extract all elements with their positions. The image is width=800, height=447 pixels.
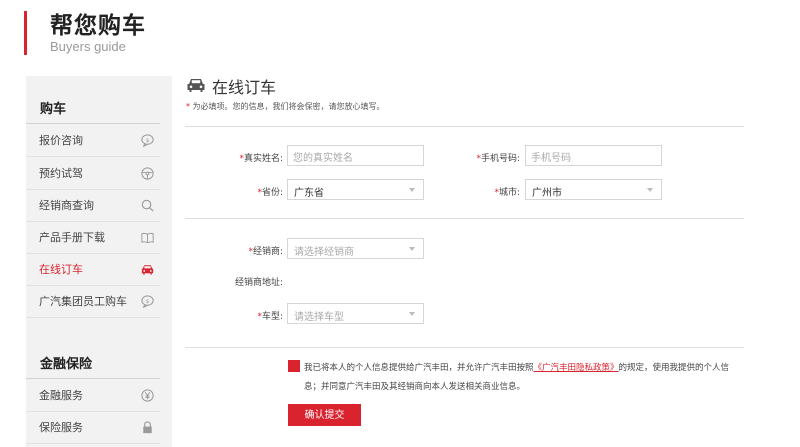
required-note-text: 为必填项。您的信息，我们将会保密，请您放心填写。 bbox=[192, 102, 385, 111]
model-select[interactable]: 请选择车型 bbox=[287, 303, 424, 324]
province-label-text: 省份: bbox=[261, 188, 283, 198]
chevron-down-icon bbox=[409, 312, 415, 316]
header-accent-bar bbox=[24, 11, 27, 55]
sidebar-item-label: 报价咨询 bbox=[39, 134, 83, 147]
chat-bubble-icon: $ bbox=[138, 292, 156, 310]
divider bbox=[185, 218, 744, 219]
phone-field[interactable] bbox=[525, 145, 662, 168]
sidebar-section-title-finance: 金融保险 bbox=[40, 357, 93, 372]
sidebar-item-label: 预约试驾 bbox=[39, 167, 83, 180]
sidebar-item-brochure-download[interactable]: 产品手册下载 bbox=[26, 221, 160, 254]
province-label: *省份: bbox=[193, 185, 283, 198]
divider bbox=[185, 347, 744, 348]
consent-checkbox[interactable] bbox=[288, 360, 300, 372]
sidebar-item-label: 在线订车 bbox=[39, 263, 83, 276]
dealer-label-text: 经销商: bbox=[252, 247, 283, 257]
sidebar-item-test-drive[interactable]: 预约试驾 bbox=[26, 157, 160, 190]
sidebar-item-label: 广汽集团员工购车 bbox=[39, 295, 127, 308]
sidebar-item-label: 经销商查询 bbox=[39, 199, 94, 212]
chevron-down-icon bbox=[409, 247, 415, 251]
chevron-down-icon bbox=[409, 188, 415, 192]
dealer-placeholder: 请选择经销商 bbox=[294, 247, 354, 258]
model-placeholder: 请选择车型 bbox=[294, 312, 344, 323]
svg-text:$: $ bbox=[145, 298, 149, 304]
sidebar-item-dealer-search[interactable]: 经销商查询 bbox=[26, 189, 160, 222]
sidebar-section-title-purchase: 购车 bbox=[40, 102, 67, 117]
svg-text:$: $ bbox=[145, 137, 149, 143]
consent-text: 我已将本人的个人信息提供给广汽丰田，并允许广汽丰田按照《广汽丰田隐私政策》的规定… bbox=[304, 359, 746, 397]
model-label: *车型: bbox=[193, 309, 283, 322]
dealer-address-label: 经销商地址: bbox=[234, 278, 283, 288]
required-star: * bbox=[186, 102, 190, 111]
book-icon bbox=[138, 228, 156, 246]
phone-label-text: 手机号码: bbox=[480, 154, 520, 164]
name-label-text: 真实姓名: bbox=[243, 154, 283, 164]
sidebar-item-label: 金融服务 bbox=[39, 389, 83, 402]
sidebar-item-insurance-service[interactable]: 保险服务 bbox=[26, 411, 160, 444]
sidebar-item-quote-inquiry[interactable]: 报价咨询 $ bbox=[26, 124, 160, 157]
phone-label: *手机号码: bbox=[430, 151, 520, 164]
sidebar-item-online-order[interactable]: 在线订车 bbox=[26, 253, 160, 286]
phone-input[interactable] bbox=[526, 149, 661, 168]
name-label: *真实姓名: bbox=[193, 151, 283, 164]
province-select[interactable]: 广东省 bbox=[287, 179, 424, 200]
city-label: *城市: bbox=[430, 185, 520, 198]
dealer-select[interactable]: 请选择经销商 bbox=[287, 238, 424, 259]
submit-button[interactable]: 确认提交 bbox=[288, 404, 361, 426]
chevron-down-icon bbox=[647, 188, 653, 192]
form-title: 在线订车 bbox=[212, 78, 277, 97]
city-value: 广州市 bbox=[532, 188, 562, 199]
steering-wheel-icon bbox=[138, 164, 156, 182]
car-icon bbox=[186, 76, 206, 94]
page-title: 帮您购车 bbox=[50, 13, 146, 39]
city-select[interactable]: 广州市 bbox=[525, 179, 662, 200]
sidebar-item-label: 保险服务 bbox=[39, 421, 83, 434]
name-field[interactable] bbox=[287, 145, 424, 168]
car-icon bbox=[138, 260, 156, 278]
chat-bubble-icon: $ bbox=[138, 131, 156, 149]
divider bbox=[185, 126, 744, 127]
city-label-text: 城市: bbox=[498, 188, 520, 198]
model-label-text: 车型: bbox=[261, 312, 283, 322]
name-input[interactable] bbox=[288, 149, 423, 168]
sidebar-item-finance-service[interactable]: 金融服务 bbox=[26, 379, 160, 412]
privacy-policy-link[interactable]: 《广汽丰田隐私政策》 bbox=[534, 363, 619, 373]
lock-icon bbox=[138, 418, 156, 436]
sidebar-item-label: 产品手册下载 bbox=[39, 231, 105, 244]
consent-text-before: 我已将本人的个人信息提供给广汽丰田，并允许广汽丰田按照 bbox=[304, 363, 534, 373]
sidebar: 购车 报价咨询 $ 预约试驾 经销商查询 产品手册下载 在线订车 广汽集团员工购… bbox=[26, 76, 172, 447]
province-value: 广东省 bbox=[294, 188, 324, 199]
sidebar-item-employee-purchase[interactable]: 广汽集团员工购车 $ bbox=[26, 285, 160, 318]
search-icon bbox=[138, 196, 156, 214]
page-subtitle: Buyers guide bbox=[50, 39, 126, 54]
dealer-label: *经销商: bbox=[193, 244, 283, 257]
required-note: * 为必填项。您的信息，我们将会保密，请您放心填写。 bbox=[186, 101, 385, 112]
yen-circle-icon bbox=[138, 386, 156, 404]
